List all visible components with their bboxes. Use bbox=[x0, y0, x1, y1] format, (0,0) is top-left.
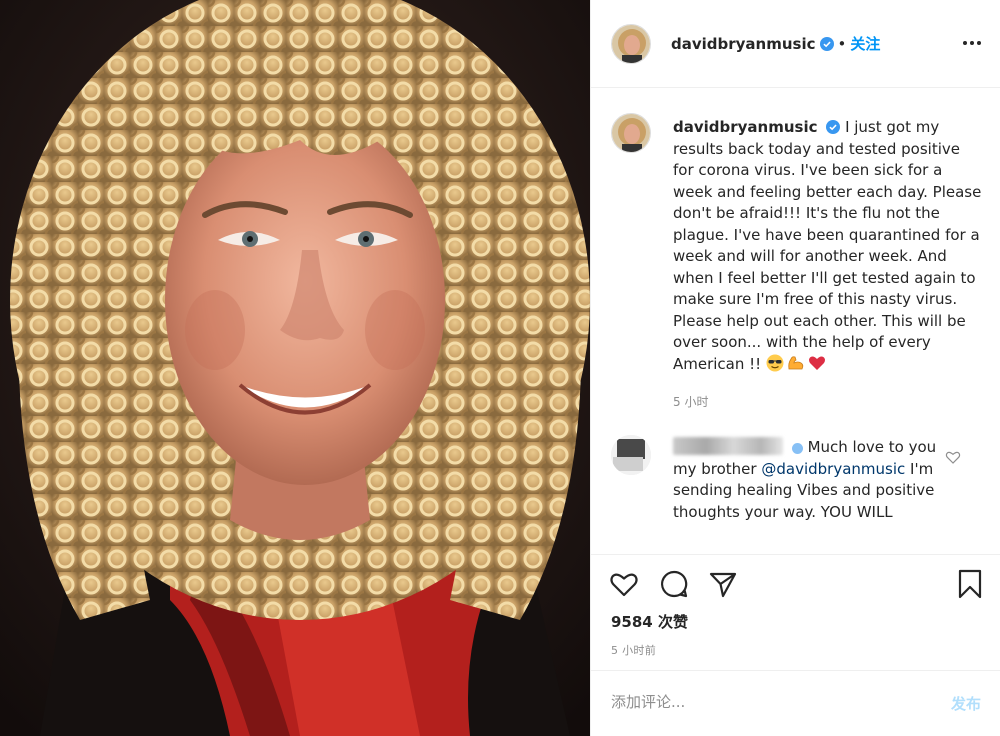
action-bar: 9584 次赞 5 小时前 bbox=[591, 554, 1000, 666]
author-username[interactable]: davidbryanmusic bbox=[671, 35, 816, 53]
commenter-username-redacted[interactable] bbox=[673, 437, 783, 455]
post-comment-button[interactable]: 发布 bbox=[951, 693, 981, 714]
caption-avatar[interactable] bbox=[611, 113, 651, 153]
caption-time[interactable]: 5 小时 bbox=[673, 393, 708, 410]
more-options-icon[interactable] bbox=[961, 32, 983, 54]
post-header: davidbryanmusic • 关注 bbox=[591, 0, 1000, 88]
post-detail-panel: davidbryanmusic • 关注 davidbryanmusic I j… bbox=[590, 0, 1000, 736]
likes-count[interactable]: 9584 次赞 bbox=[611, 611, 688, 632]
like-heart-icon[interactable] bbox=[609, 569, 639, 599]
verified-badge-icon bbox=[819, 36, 834, 51]
post-timestamp[interactable]: 5 小时前 bbox=[611, 642, 656, 658]
caption-text: I just got my results back today and tes… bbox=[673, 118, 982, 373]
author-avatar[interactable] bbox=[611, 23, 651, 64]
verified-badge-icon bbox=[791, 443, 803, 454]
post-photo[interactable] bbox=[0, 0, 590, 736]
bookmark-save-icon[interactable] bbox=[955, 569, 985, 599]
red-heart-emoji-icon bbox=[808, 356, 825, 370]
sunglasses-emoji-icon bbox=[766, 354, 784, 371]
caption-text-block: davidbryanmusic I just got my results ba… bbox=[673, 117, 983, 375]
add-comment-input[interactable] bbox=[611, 693, 911, 711]
follow-button[interactable]: 关注 bbox=[850, 33, 880, 54]
comment-mention-link[interactable]: @davidbryanmusic bbox=[761, 460, 905, 478]
share-send-icon[interactable] bbox=[708, 569, 738, 599]
comment-composer: 发布 bbox=[591, 670, 1000, 736]
commenter-avatar[interactable] bbox=[611, 435, 651, 475]
portrait-image bbox=[0, 0, 590, 736]
separator-dot: • bbox=[837, 34, 847, 53]
comment-text-block: Much love to you my brother @davidbryanm… bbox=[673, 437, 943, 523]
caption-username[interactable]: davidbryanmusic bbox=[673, 118, 818, 136]
comment-bubble-icon[interactable] bbox=[659, 569, 689, 599]
comments-scroll-area[interactable]: davidbryanmusic I just got my results ba… bbox=[591, 89, 1000, 554]
verified-badge-icon bbox=[826, 120, 841, 134]
flexed-bicep-emoji-icon bbox=[788, 355, 804, 369]
comment-like-icon[interactable] bbox=[945, 449, 961, 465]
